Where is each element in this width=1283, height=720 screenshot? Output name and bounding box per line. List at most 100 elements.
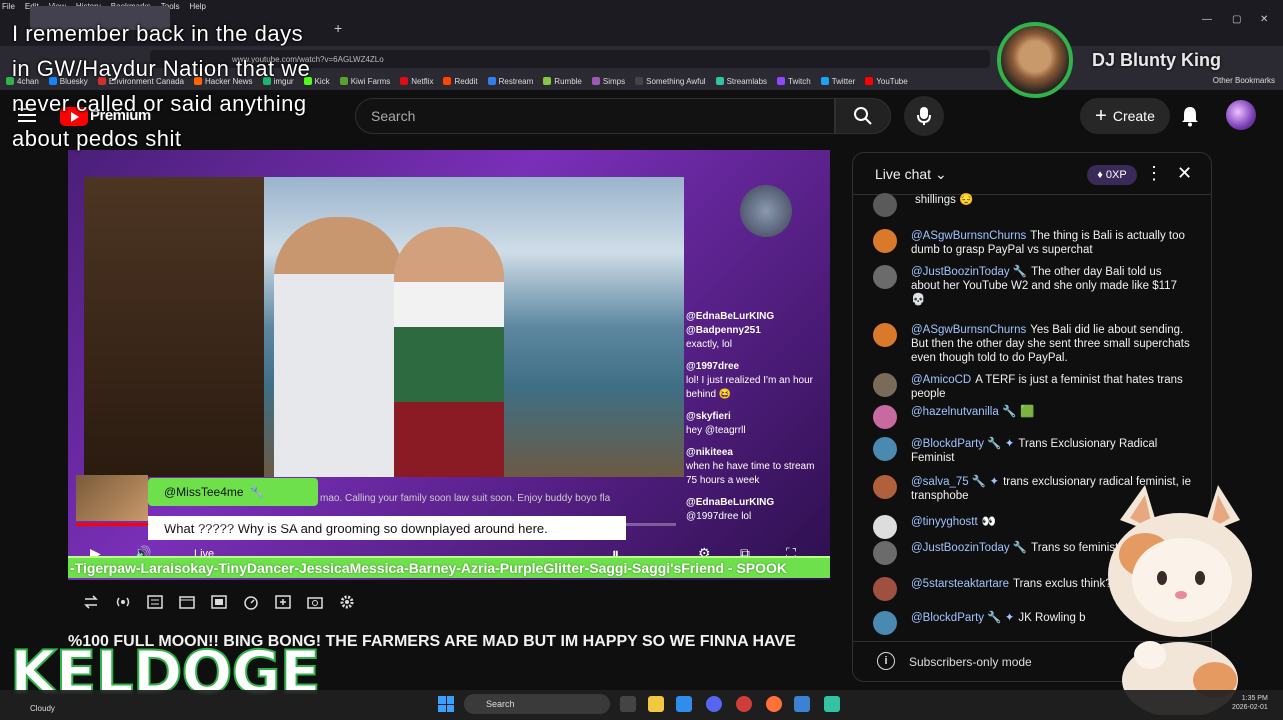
chat-message[interactable]: @hazelnutvanilla 🔧 🟩 (873, 405, 1193, 429)
streamlabs-icon[interactable] (824, 696, 840, 712)
create-button[interactable]: + Create (1080, 98, 1170, 134)
chat-message[interactable]: @ASgwBurnsnChurns The thing is Bali is ac… (873, 229, 1193, 257)
new-tab-button[interactable]: + (334, 20, 342, 36)
bookmark-label: Twitter (831, 76, 856, 86)
bookmark-item[interactable]: Twitch (777, 77, 811, 86)
bookmark-item[interactable]: Kiwi Farms (339, 77, 390, 86)
taskbar-search[interactable]: Search (464, 694, 610, 714)
chat-author[interactable]: @BlockdParty 🔧 ✦ (911, 438, 1014, 450)
chat-author[interactable]: @AmicoCD (911, 374, 971, 386)
chat-message[interactable]: shillings 😔 (873, 193, 1193, 217)
bookmark-favicon-icon (820, 77, 829, 85)
bookmark-item[interactable]: Reddit (443, 76, 478, 86)
chat-author[interactable]: @ASgwBurnsnChurns (911, 324, 1026, 336)
discord-icon[interactable] (706, 696, 722, 712)
clip-icon[interactable] (176, 591, 198, 613)
bookmark-item[interactable]: Restream (487, 76, 534, 86)
voice-search-button[interactable] (904, 96, 944, 136)
bookmark-item[interactable]: Something Awful (635, 77, 706, 86)
bookmark-label: Streamlabs (726, 76, 768, 86)
edge-icon[interactable] (676, 696, 692, 712)
search-input[interactable]: Search (355, 98, 835, 134)
bookmark-label: Restream (498, 76, 534, 86)
task-view-icon[interactable] (620, 696, 636, 712)
close-window-icon[interactable]: ✕ (1260, 14, 1268, 25)
maximize-icon[interactable]: ▢ (1232, 14, 1241, 25)
chat-title-dropdown[interactable]: Live chat ⌄ (875, 166, 947, 183)
xp-badge[interactable]: ♦ 0XP (1087, 165, 1137, 185)
chevron-down-icon: ⌄ (934, 166, 947, 182)
onscreen-chat-item: @EdnaBeLurKING @1997dree lol (686, 497, 775, 522)
chat-avatar[interactable] (873, 323, 897, 347)
bookmark-item[interactable]: Rumble (543, 77, 582, 86)
chat-message[interactable]: @BlockdParty 🔧 ✦ Trans Exclusionary Radic… (873, 437, 1193, 465)
chat-author[interactable]: @hazelnutvanilla 🔧 (911, 406, 1016, 418)
bookmark-label: Reddit (454, 76, 478, 86)
superchat-user: @MissTee4me 🔧 (148, 478, 318, 506)
chat-avatar[interactable] (873, 541, 897, 565)
chat-avatar[interactable] (873, 229, 897, 253)
bookmark-item[interactable]: YouTube (865, 77, 908, 86)
more-options-icon[interactable]: ⋮ (1145, 163, 1163, 184)
chat-avatar[interactable] (873, 475, 897, 499)
cabin-image (84, 177, 264, 477)
windows-start-icon[interactable] (438, 696, 454, 712)
file-explorer-icon[interactable] (648, 696, 664, 712)
loop-icon[interactable] (80, 591, 102, 613)
onscreen-chat-item: @skyfieri hey @teagrrll (686, 411, 746, 436)
chat-author[interactable]: @ASgwBurnsnChurns (911, 230, 1026, 242)
user-avatar[interactable] (1226, 100, 1256, 130)
obs-icon[interactable] (736, 696, 752, 712)
chat-avatar[interactable] (873, 515, 897, 539)
chat-avatar[interactable] (873, 373, 897, 397)
info-icon[interactable]: i (877, 652, 895, 670)
video-progress-bar[interactable] (76, 523, 676, 526)
chat-text: 👀 (981, 516, 996, 528)
camera-icon[interactable] (304, 591, 326, 613)
screenshot-icon[interactable] (208, 591, 230, 613)
bell-icon (1182, 107, 1198, 127)
chat-avatar[interactable] (873, 265, 897, 289)
chat-author[interactable]: @5starsteaktartare (911, 578, 1009, 590)
add-box-icon[interactable] (272, 591, 294, 613)
streamer-avatar (997, 22, 1073, 98)
chat-avatar[interactable] (873, 611, 897, 635)
notifications-button[interactable] (1178, 104, 1202, 128)
plus-icon: + (1095, 105, 1107, 127)
firefox-icon[interactable] (766, 696, 782, 712)
speed-icon[interactable] (240, 591, 262, 613)
bookmark-item[interactable]: Streamlabs (715, 76, 768, 86)
other-bookmarks[interactable]: Other Bookmarks (1213, 76, 1275, 85)
system-clock[interactable]: 1:35 PM 2026-02-01 (1232, 694, 1268, 712)
chat-text: JK Rowling b (1018, 612, 1086, 624)
broadcast-icon[interactable] (112, 591, 134, 613)
streamer-name: DJ Blunty King (1092, 50, 1221, 70)
chat-avatar[interactable] (873, 437, 897, 461)
chat-author[interactable]: @BlockdParty 🔧 ✦ (911, 612, 1014, 624)
chat-author[interactable]: @tinyyghostt (911, 516, 978, 528)
chat-author[interactable]: @salva_75 🔧 ✦ (911, 476, 999, 488)
menu-file[interactable]: File (2, 2, 15, 11)
chat-author[interactable]: @JustBoozinToday 🔧 (911, 542, 1027, 554)
chat-message[interactable]: @AmicoCD A TERF is just a feminist that h… (873, 373, 1193, 401)
chat-message[interactable]: @ASgwBurnsnChurns Yes Bali did lie about … (873, 323, 1193, 365)
minimize-icon[interactable]: — (1202, 14, 1212, 25)
chat-avatar[interactable] (873, 405, 897, 429)
video-player[interactable]: @EdnaBeLurKING @Badpenny251 exactly, lol … (68, 150, 830, 580)
chat-message[interactable]: @JustBoozinToday 🔧 The other day Bali tol… (873, 265, 1193, 307)
gear-icon[interactable] (336, 591, 358, 613)
video-progress-fill (76, 523, 148, 526)
search-button[interactable] (835, 98, 891, 134)
app-icon[interactable] (794, 696, 810, 712)
bookmark-item[interactable]: Netflix (400, 77, 433, 86)
bookmark-item[interactable]: Twitter (820, 76, 856, 86)
close-chat-icon[interactable]: ✕ (1177, 163, 1192, 184)
superchat-message: What ????? Why is SA and grooming so dow… (148, 516, 626, 540)
chat-avatar[interactable] (873, 193, 897, 217)
chat-text: shillings 😔 (915, 194, 974, 206)
playlist-icon[interactable] (144, 591, 166, 613)
bookmark-item[interactable]: Simps (591, 77, 625, 86)
weather-widget[interactable]: Cloudy (30, 704, 55, 713)
chat-avatar[interactable] (873, 577, 897, 601)
chat-author[interactable]: @JustBoozinToday 🔧 (911, 266, 1027, 278)
